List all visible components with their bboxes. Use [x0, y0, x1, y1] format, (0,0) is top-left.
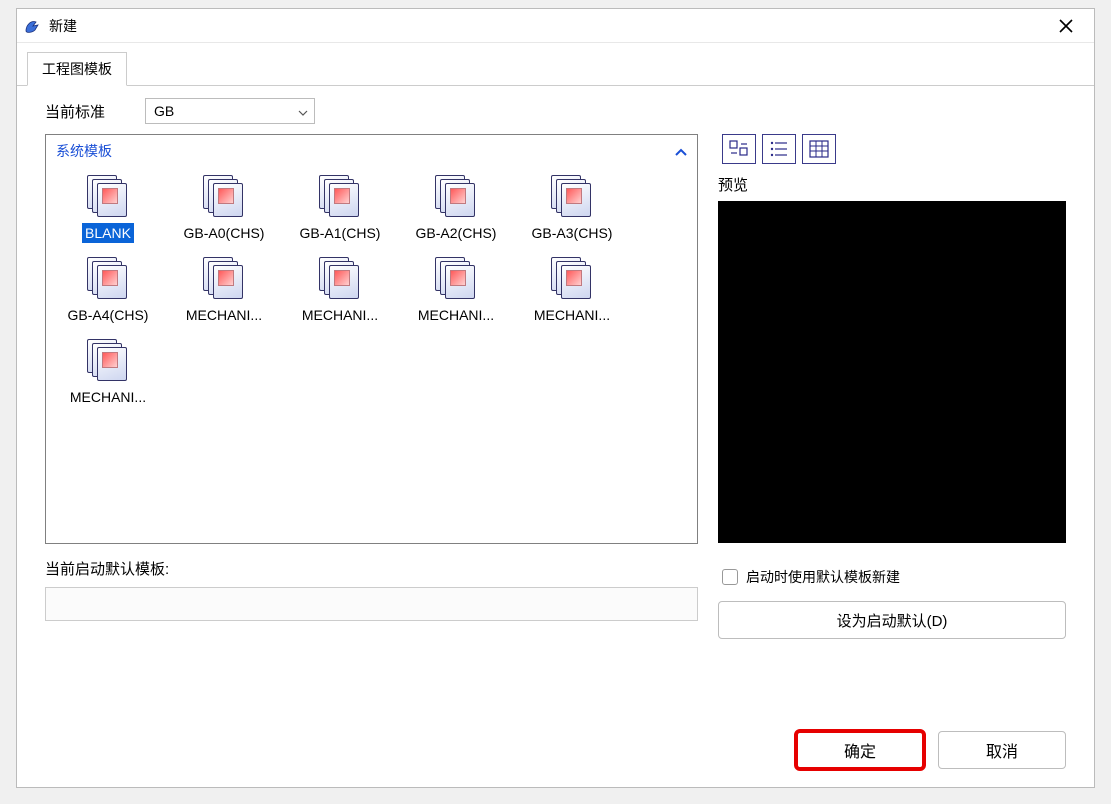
- template-label: BLANK: [82, 223, 134, 243]
- template-item[interactable]: BLANK: [54, 171, 162, 243]
- ok-button[interactable]: 确定: [796, 731, 924, 769]
- view-details-button[interactable]: [802, 134, 836, 164]
- template-icon: [203, 175, 245, 217]
- use-default-checkbox[interactable]: [722, 569, 738, 585]
- tab-drawing-templates[interactable]: 工程图模板: [27, 52, 127, 86]
- template-item[interactable]: MECHANI...: [518, 253, 626, 325]
- template-label: MECHANI...: [299, 305, 381, 325]
- right-column: 预览 启动时使用默认模板新建 设为启动默认(D): [718, 134, 1066, 719]
- template-label: GB-A3(CHS): [529, 223, 616, 243]
- template-icon: [435, 257, 477, 299]
- view-large-icons-button[interactable]: [722, 134, 756, 164]
- standard-combobox[interactable]: GB: [145, 98, 315, 124]
- template-grid: BLANK GB-A0(CHS) GB-A1(CHS) GB-A2(CHS) GB-A3…: [54, 165, 689, 407]
- default-template-label: 当前启动默认模板:: [45, 558, 698, 579]
- template-icon: [203, 257, 245, 299]
- template-item[interactable]: MECHANI...: [402, 253, 510, 325]
- chevron-down-icon: [298, 103, 308, 119]
- standard-value: GB: [154, 103, 174, 119]
- titlebar: 新建: [17, 9, 1094, 43]
- app-icon: [23, 17, 41, 35]
- template-icon: [87, 339, 129, 381]
- template-label: GB-A4(CHS): [65, 305, 152, 325]
- view-list-button[interactable]: [762, 134, 796, 164]
- new-dialog: 新建 工程图模板 当前标准 GB 系统模板: [16, 8, 1095, 788]
- preview-area: [718, 201, 1066, 543]
- standard-row: 当前标准 GB: [45, 98, 1066, 124]
- template-item[interactable]: GB-A4(CHS): [54, 253, 162, 325]
- template-item[interactable]: GB-A0(CHS): [170, 171, 278, 243]
- default-template-path: [45, 587, 698, 621]
- template-item[interactable]: GB-A2(CHS): [402, 171, 510, 243]
- ok-label: 确定: [844, 738, 876, 762]
- use-default-label: 启动时使用默认模板新建: [746, 567, 900, 587]
- use-default-checkbox-row[interactable]: 启动时使用默认模板新建: [718, 567, 1066, 587]
- template-icon: [319, 257, 361, 299]
- template-icon: [319, 175, 361, 217]
- dialog-footer: 确定 取消: [17, 731, 1094, 787]
- set-default-button[interactable]: 设为启动默认(D): [718, 601, 1066, 639]
- preview-label: 预览: [718, 174, 1066, 195]
- template-icon: [551, 175, 593, 217]
- template-label: GB-A1(CHS): [297, 223, 384, 243]
- template-item[interactable]: GB-A1(CHS): [286, 171, 394, 243]
- template-label: GB-A0(CHS): [181, 223, 268, 243]
- set-default-label: 设为启动默认(D): [837, 610, 948, 631]
- close-button[interactable]: [1046, 11, 1086, 41]
- template-item[interactable]: MECHANI...: [286, 253, 394, 325]
- template-label: MECHANI...: [183, 305, 265, 325]
- group-header[interactable]: 系统模板: [54, 139, 689, 165]
- template-label: MECHANI...: [531, 305, 613, 325]
- tab-content: 当前标准 GB 系统模板 BLANKGB-A0(CHS)GB-A1(CH: [17, 85, 1094, 731]
- template-item[interactable]: GB-A3(CHS): [518, 171, 626, 243]
- chevron-up-icon: [675, 143, 687, 159]
- main-row: 系统模板 BLANK GB-A0(CHS) GB-A1(CHS) GB-A2(CHS)…: [45, 134, 1066, 719]
- group-title: 系统模板: [56, 141, 112, 161]
- standard-label: 当前标准: [45, 101, 105, 122]
- template-item[interactable]: MECHANI...: [170, 253, 278, 325]
- template-icon: [435, 175, 477, 217]
- template-icon: [87, 175, 129, 217]
- template-label: MECHANI...: [67, 387, 149, 407]
- dialog-title: 新建: [49, 16, 1046, 36]
- template-icon: [87, 257, 129, 299]
- tab-strip: 工程图模板: [17, 43, 1094, 85]
- template-icon: [551, 257, 593, 299]
- cancel-button[interactable]: 取消: [938, 731, 1066, 769]
- template-list[interactable]: 系统模板 BLANK GB-A0(CHS) GB-A1(CHS) GB-A2(CHS)…: [45, 134, 698, 544]
- template-label: MECHANI...: [415, 305, 497, 325]
- left-column: 系统模板 BLANK GB-A0(CHS) GB-A1(CHS) GB-A2(CHS)…: [45, 134, 698, 719]
- view-mode-buttons: [722, 134, 1066, 164]
- template-item[interactable]: MECHANI...: [54, 335, 162, 407]
- template-label: GB-A2(CHS): [413, 223, 500, 243]
- cancel-label: 取消: [986, 738, 1018, 762]
